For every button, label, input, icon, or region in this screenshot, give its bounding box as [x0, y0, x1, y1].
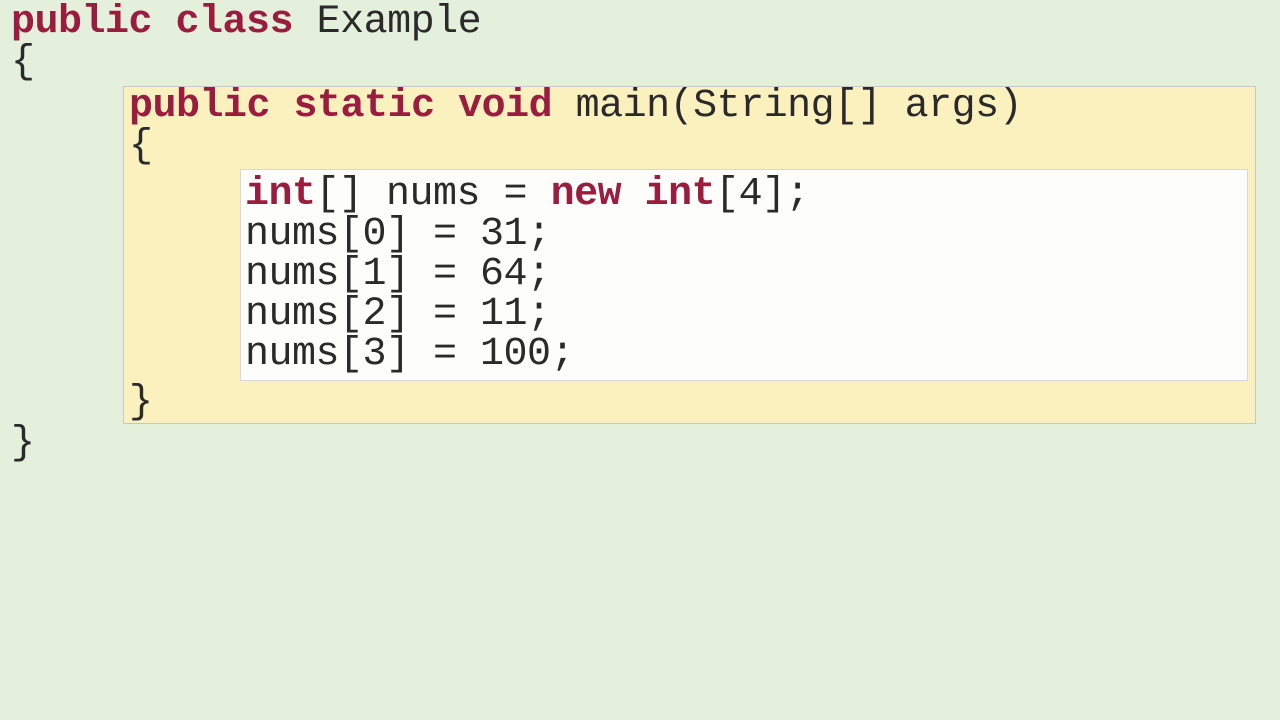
keyword-void: void: [458, 84, 552, 129]
method-body-block: int[] nums = new int[4]; nums[0] = 31; n…: [240, 169, 1248, 381]
method-declaration: public static void main(String[] args): [125, 87, 1254, 127]
class-close-brace: }: [8, 424, 1272, 464]
decl-text2: [4];: [715, 172, 809, 217]
class-name: Example: [317, 0, 482, 45]
array-assign-2: nums[2] = 11;: [241, 295, 1247, 335]
method-open-brace: {: [125, 127, 1254, 167]
space: [270, 84, 294, 129]
method-block: public static void main(String[] args) {…: [123, 86, 1256, 424]
keyword-static: static: [294, 84, 435, 129]
class-open-brace: {: [8, 43, 1272, 83]
class-declaration: public class Example: [8, 3, 1272, 43]
decl-text1: [] nums =: [316, 172, 551, 217]
method-signature: main(String[] args): [552, 84, 1022, 129]
array-assign-0: nums[0] = 31;: [241, 215, 1247, 255]
method-close-brace: }: [125, 383, 1254, 423]
array-assign-3: nums[3] = 100;: [241, 335, 1247, 375]
array-declaration: int[] nums = new int[4];: [241, 175, 1247, 215]
array-assign-1: nums[1] = 64;: [241, 255, 1247, 295]
class-block: public class Example { public static voi…: [8, 3, 1272, 464]
keyword-public: public: [11, 0, 152, 45]
decl-space: [621, 172, 645, 217]
space: [293, 0, 317, 45]
keyword-public: public: [129, 84, 270, 129]
space: [152, 0, 176, 45]
keyword-new: new: [551, 172, 622, 217]
keyword-int2: int: [645, 172, 716, 217]
keyword-class: class: [176, 0, 294, 45]
space: [435, 84, 459, 129]
keyword-int: int: [245, 172, 316, 217]
